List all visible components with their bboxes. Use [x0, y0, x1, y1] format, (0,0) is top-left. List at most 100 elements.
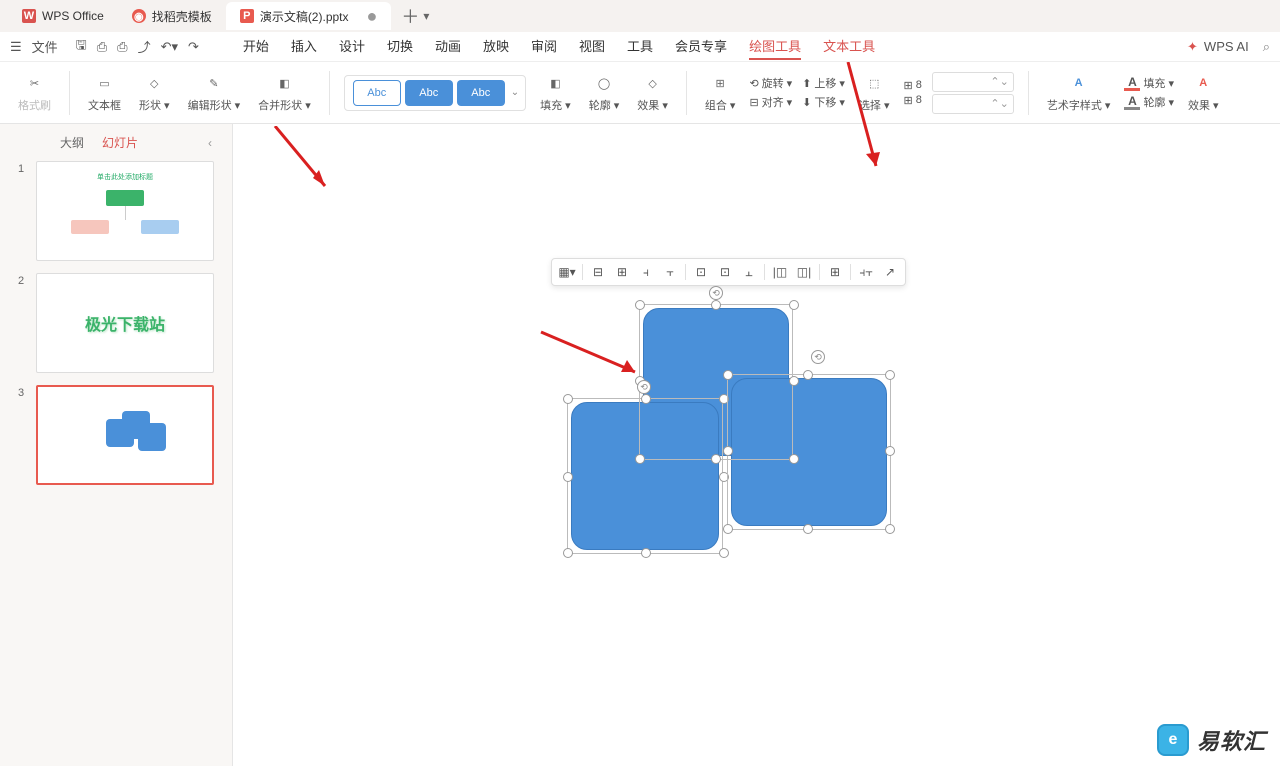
menu-icon[interactable]: ☰ — [10, 39, 22, 55]
tab-drawing-tools[interactable]: 绘图工具 — [749, 33, 801, 60]
resize-handle[interactable] — [563, 548, 573, 558]
save-icon[interactable]: 🖫 — [76, 36, 87, 58]
ft-equal-width-icon[interactable]: ◫| — [793, 262, 815, 282]
move-down-button[interactable]: ⬇ 下移 ▾ — [802, 94, 845, 110]
thumb-row-3[interactable]: 3 — [18, 385, 232, 485]
tab-slideshow[interactable]: 放映 — [483, 33, 509, 60]
tab-member[interactable]: 会员专享 — [675, 33, 727, 60]
ft-distribute-h-icon[interactable]: ⫠ — [738, 262, 760, 282]
resize-handle[interactable] — [711, 300, 721, 310]
resize-handle[interactable] — [723, 370, 733, 380]
rotate-align-column: ⟲ 旋转 ▾ ⊟ 对齐 ▾ — [749, 75, 792, 110]
resize-handle[interactable] — [641, 394, 651, 404]
textbox-button[interactable]: ▭ 文本框 — [84, 70, 125, 115]
canvas-area[interactable]: ▦▾ ⊟ ⊞ ⫞ ⫟ ⊡ ⊡ ⫠ |◫ ◫| ⊞ ⫞⫟ ↗ — [232, 124, 1280, 766]
tab-animation[interactable]: 动画 — [435, 33, 461, 60]
tab-insert[interactable]: 插入 — [291, 33, 317, 60]
8-button[interactable]: ⊞ 8 — [904, 79, 922, 92]
tab-dropdown[interactable]: ▾ — [423, 9, 429, 23]
resize-handle[interactable] — [885, 446, 895, 456]
resize-handle[interactable] — [563, 472, 573, 482]
resize-handle[interactable] — [885, 370, 895, 380]
ft-align-bottom-icon[interactable]: ⊡ — [714, 262, 736, 282]
ft-align-top-icon[interactable]: ⫟ — [659, 262, 681, 282]
resize-handle[interactable] — [635, 300, 645, 310]
selection-right[interactable] — [727, 374, 891, 530]
slide-canvas[interactable]: ▦▾ ⊟ ⊞ ⫞ ⫟ ⊡ ⊡ ⫠ |◫ ◫| ⊞ ⫞⫟ ↗ — [235, 126, 1278, 764]
preset-2[interactable]: Abc — [405, 80, 453, 106]
tab-text-tools[interactable]: 文本工具 — [823, 33, 875, 60]
tab-transition[interactable]: 切换 — [387, 33, 413, 60]
tab-outline[interactable]: 大纲 — [60, 134, 84, 151]
wps-ai-button[interactable]: ✦ WPS AI ⌕ — [1187, 39, 1270, 55]
ai-label: WPS AI — [1204, 39, 1249, 54]
text-fill-button[interactable]: A 填充 ▾ — [1124, 75, 1174, 91]
resize-handle[interactable] — [641, 548, 651, 558]
merge-shape-button[interactable]: ◧ 合并形状 ▾ — [254, 70, 315, 115]
preset-1[interactable]: Abc — [353, 80, 401, 106]
ft-align-center-icon[interactable]: ⊞ — [611, 262, 633, 282]
width-spinner[interactable]: ⌃⌄ — [932, 72, 1014, 92]
ft-align-left-icon[interactable]: ⊟ — [587, 262, 609, 282]
redo-icon[interactable]: ↷ — [188, 39, 199, 55]
resize-handle[interactable] — [789, 300, 799, 310]
art-style-button[interactable]: A 艺术字样式 ▾ — [1043, 70, 1115, 115]
tab-design[interactable]: 设计 — [339, 33, 365, 60]
slide-thumb-3[interactable] — [36, 385, 214, 485]
collapse-icon[interactable]: ‹ — [208, 136, 212, 150]
app-tab-document[interactable]: P 演示文稿(2).pptx ● — [226, 2, 392, 30]
shape-presets[interactable]: Abc Abc Abc ⌄ — [344, 75, 526, 111]
tab-tools[interactable]: 工具 — [627, 33, 653, 60]
resize-handle[interactable] — [803, 524, 813, 534]
selection-left[interactable] — [567, 398, 723, 554]
tab-review[interactable]: 审阅 — [531, 33, 557, 60]
resize-handle[interactable] — [723, 524, 733, 534]
shape-button[interactable]: ◇ 形状 ▾ — [135, 70, 174, 115]
edit-shape-button[interactable]: ✎ 编辑形状 ▾ — [184, 70, 245, 115]
resize-handle[interactable] — [723, 446, 733, 456]
undo-icon[interactable]: ↶▾ — [161, 39, 178, 55]
height-spinner[interactable]: ⌃⌄ — [932, 94, 1014, 114]
ft-more-icon[interactable]: ↗ — [879, 262, 901, 282]
file-menu[interactable]: 文件 — [32, 37, 58, 56]
thumb-row-2[interactable]: 2 极光下载站 — [18, 273, 232, 373]
print-icon[interactable]: ⎙ — [97, 39, 107, 55]
tab-start[interactable]: 开始 — [243, 33, 269, 60]
export-icon[interactable]: ⤴ — [138, 37, 151, 56]
app-tab-templates[interactable]: ◉ 找稻壳模板 — [118, 2, 226, 30]
align-button[interactable]: ⊟ 对齐 ▾ — [749, 94, 792, 110]
effect-button[interactable]: ◇ 效果 ▾ — [633, 70, 672, 115]
resize-handle[interactable] — [803, 370, 813, 380]
resize-handle[interactable] — [563, 394, 573, 404]
slide-thumb-2[interactable]: 极光下载站 — [36, 273, 214, 373]
ft-align-right-icon[interactable]: ⫞ — [635, 262, 657, 282]
app-tab-wps[interactable]: W WPS Office — [8, 2, 118, 30]
add-tab-button[interactable]: ＋ — [401, 3, 419, 29]
slide-thumb-1[interactable]: 单击此处添加标题 — [36, 161, 214, 261]
ft-equal-height-icon[interactable]: ⊞ — [824, 262, 846, 282]
ft-group-icon[interactable]: ⫞⫟ — [855, 262, 877, 282]
ft-layout-icon[interactable]: ▦▾ — [556, 262, 578, 282]
print-preview-icon[interactable]: ⎙ — [117, 39, 127, 55]
tab-slides[interactable]: 幻灯片 — [102, 134, 138, 151]
ft-align-middle-icon[interactable]: ⊡ — [690, 262, 712, 282]
8-button-2[interactable]: ⊞ 8 — [904, 94, 922, 107]
search-icon[interactable]: ⌕ — [1263, 39, 1270, 55]
rotate-handle[interactable]: ⟲ — [811, 350, 825, 364]
resize-handle[interactable] — [719, 548, 729, 558]
presets-expand-icon[interactable]: ⌄ — [511, 87, 519, 98]
annotation-arrow-1 — [265, 126, 345, 206]
preset-3[interactable]: Abc — [457, 80, 505, 106]
resize-handle[interactable] — [885, 524, 895, 534]
rotate-button[interactable]: ⟲ 旋转 ▾ — [749, 75, 792, 91]
text-outline-button[interactable]: A 轮廓 ▾ — [1124, 94, 1174, 110]
ft-distribute-v-icon[interactable]: |◫ — [769, 262, 791, 282]
outline-button[interactable]: ◯ 轮廓 ▾ — [585, 70, 624, 115]
move-up-button[interactable]: ⬆ 上移 ▾ — [802, 75, 845, 91]
thumb-row-1[interactable]: 1 单击此处添加标题 — [18, 161, 232, 261]
rotate-handle[interactable]: ⟲ — [709, 286, 723, 300]
group-button[interactable]: ⊞ 组合 ▾ — [701, 70, 740, 115]
text-effect-button[interactable]: A 效果 ▾ — [1184, 70, 1223, 115]
fill-button[interactable]: ◧ 填充 ▾ — [536, 70, 575, 115]
tab-view[interactable]: 视图 — [579, 33, 605, 60]
